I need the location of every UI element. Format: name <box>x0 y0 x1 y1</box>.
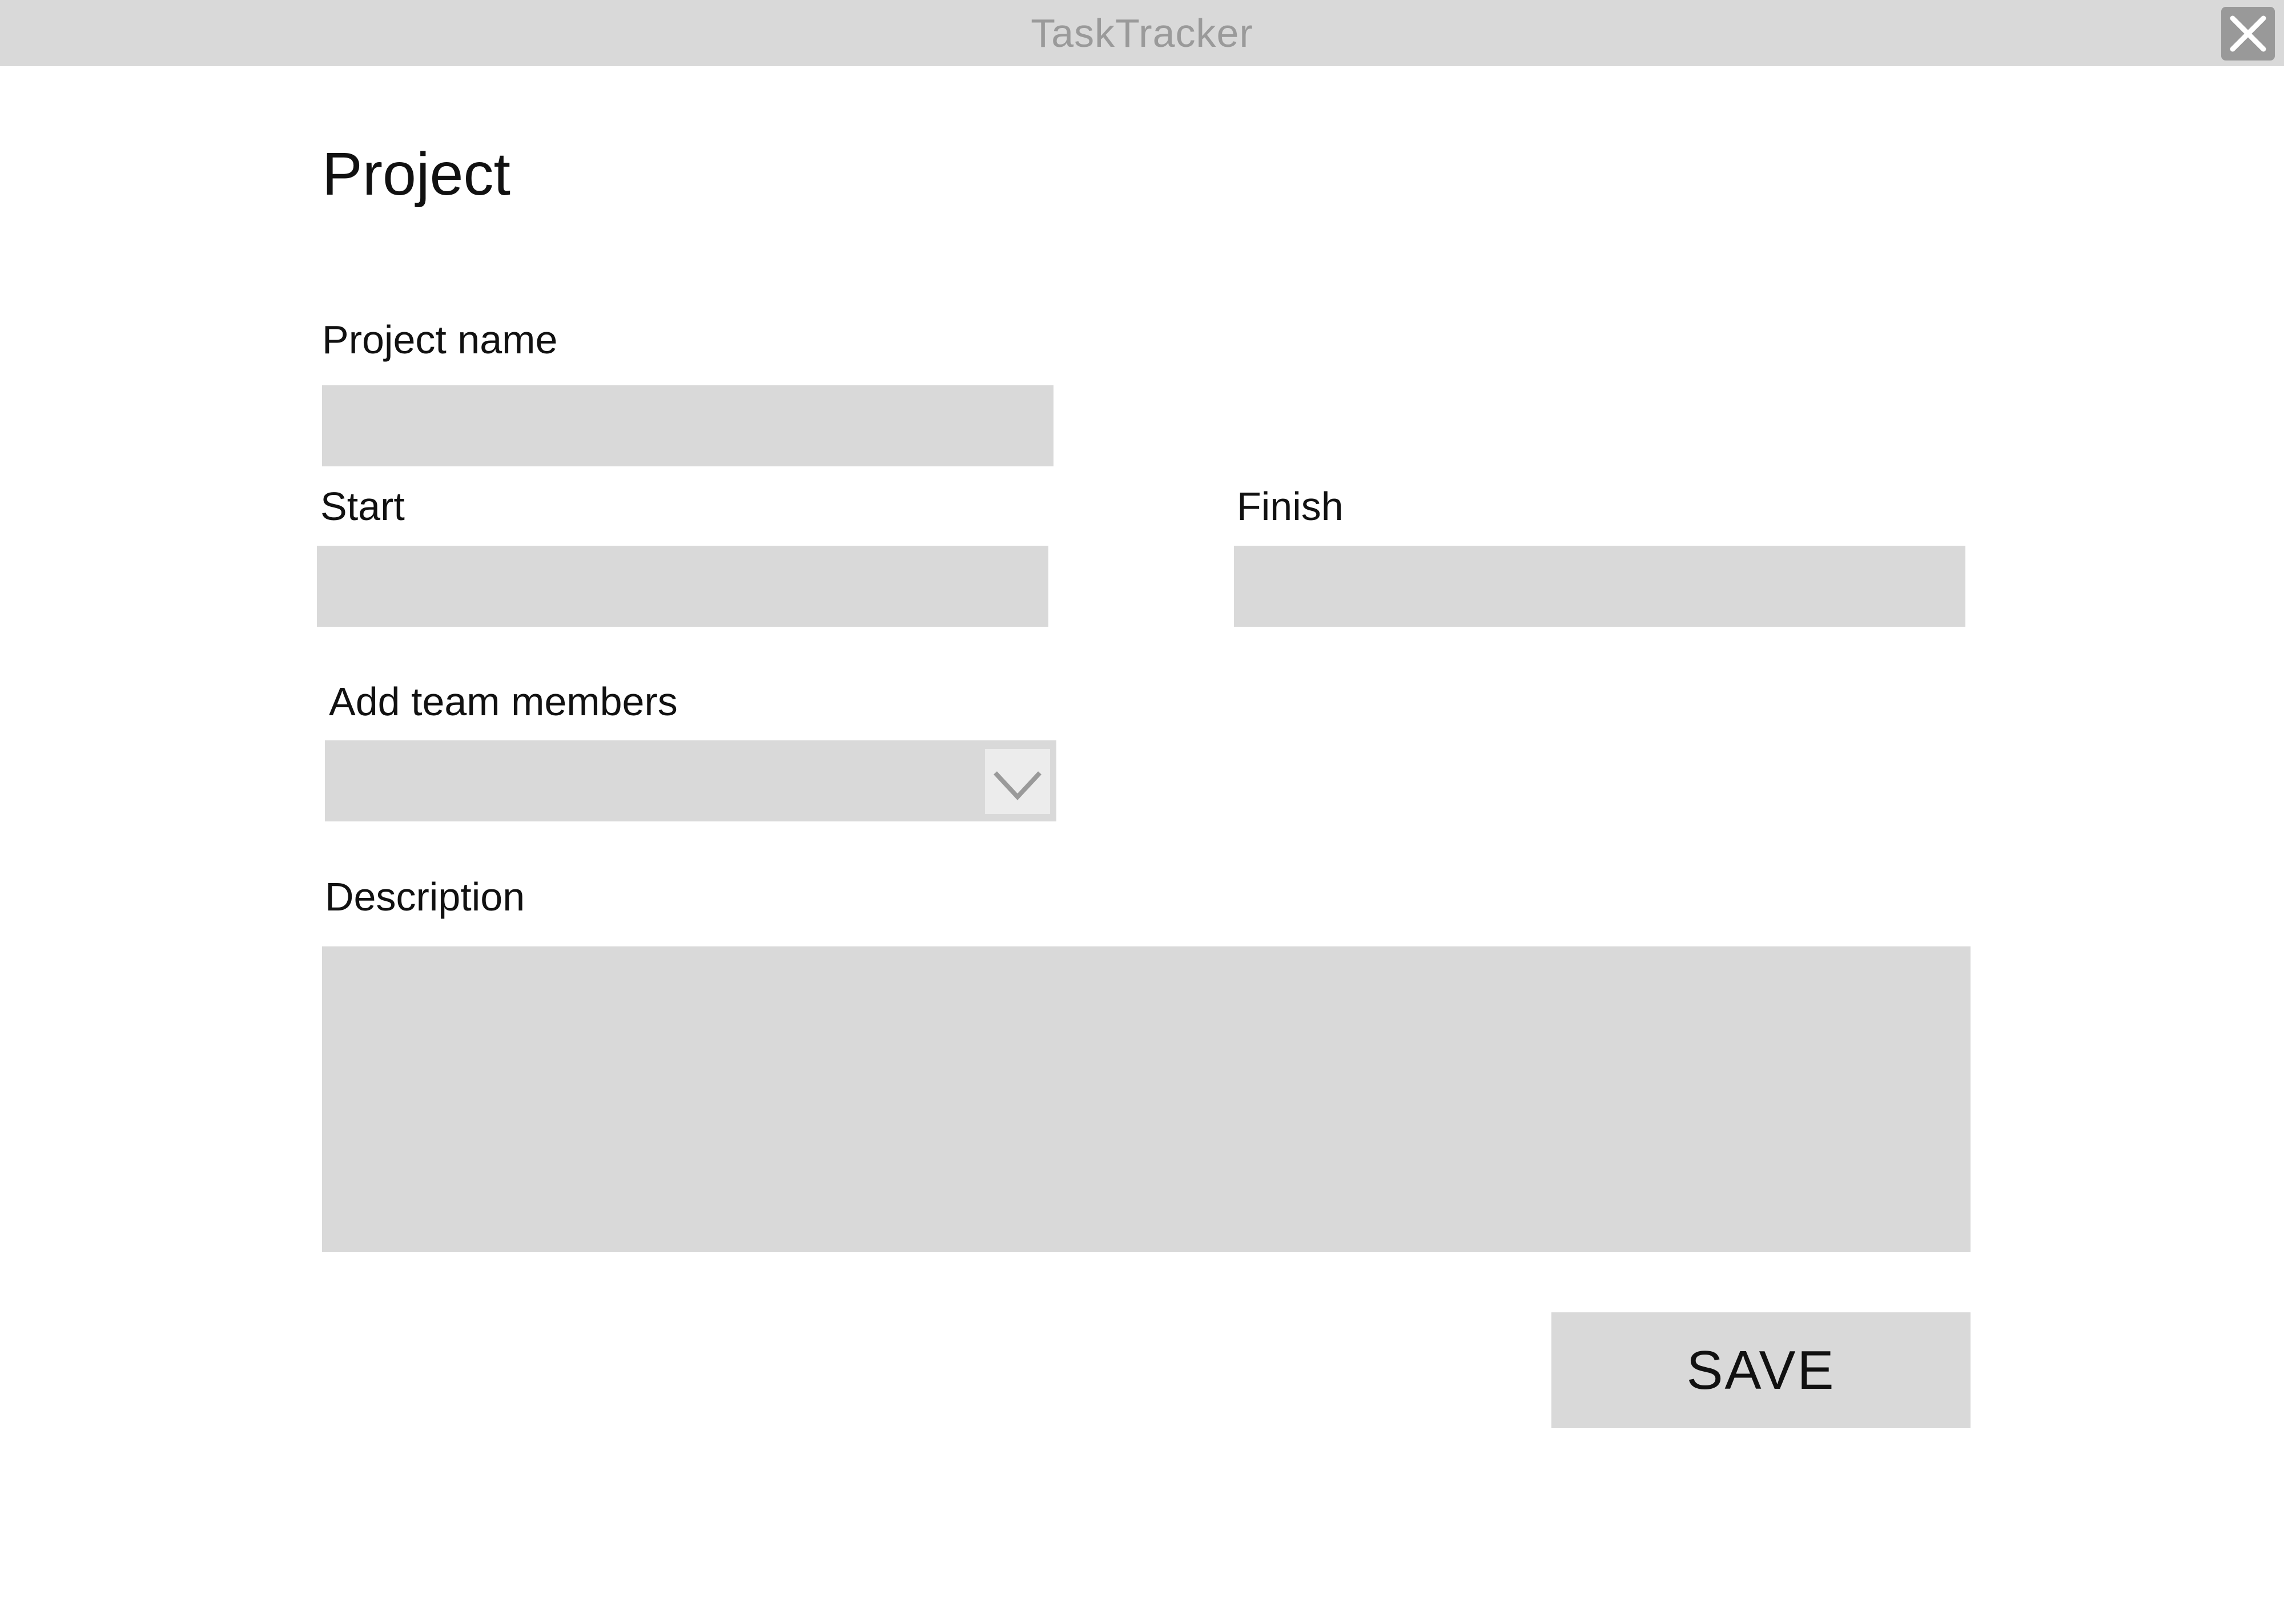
page-title: Project <box>322 140 510 208</box>
project-name-label: Project name <box>322 317 558 362</box>
chevron-down-icon <box>994 771 1042 800</box>
team-members-dropdown-toggle[interactable] <box>985 749 1050 814</box>
description-textarea[interactable] <box>322 946 1971 1252</box>
start-label: Start <box>320 484 405 529</box>
team-members-label: Add team members <box>329 679 678 724</box>
close-icon <box>2230 15 2266 52</box>
app-title: TaskTracker <box>1031 11 1253 55</box>
title-bar: TaskTracker <box>0 0 2284 66</box>
description-label: Description <box>325 875 525 919</box>
save-button[interactable]: SAVE <box>1551 1312 1971 1428</box>
close-button[interactable] <box>2221 7 2275 61</box>
team-members-dropdown[interactable] <box>325 740 1056 821</box>
start-date-input[interactable] <box>317 546 1048 627</box>
project-name-input[interactable] <box>322 385 1053 466</box>
project-dialog: TaskTracker Project Project name Start F… <box>0 0 2284 1624</box>
finish-date-input[interactable] <box>1234 546 1965 627</box>
finish-label: Finish <box>1237 484 1344 529</box>
